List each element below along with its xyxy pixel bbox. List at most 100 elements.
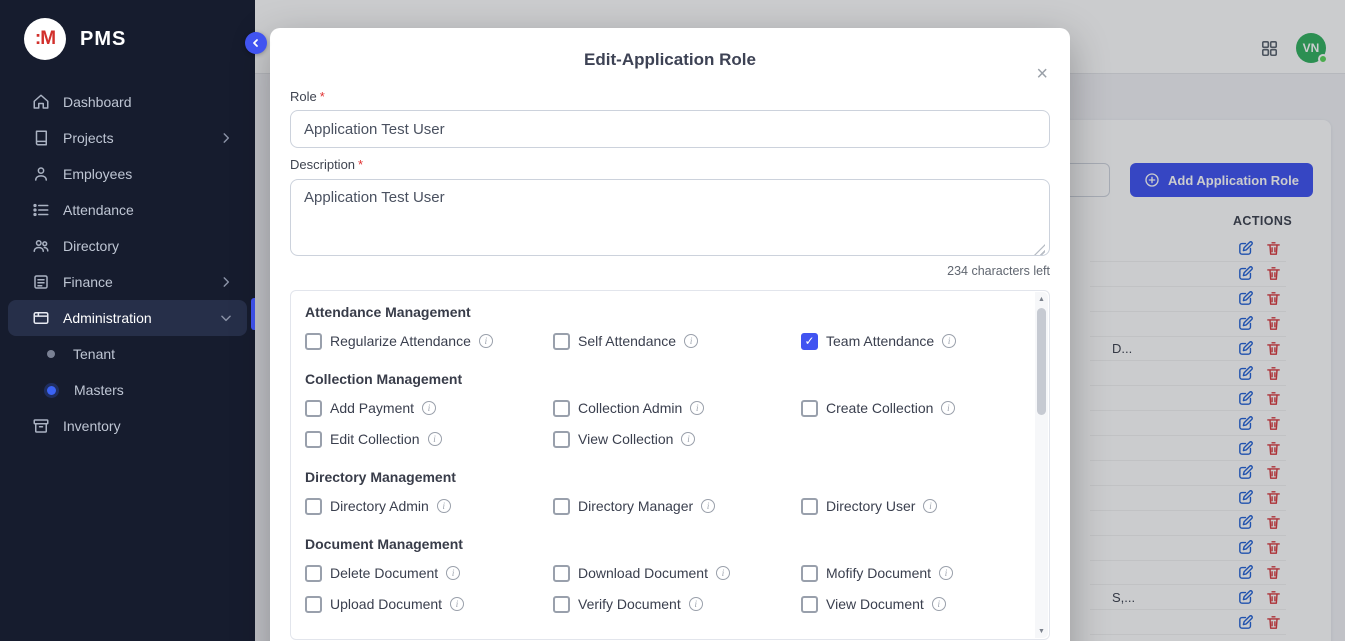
permission-create-collection[interactable]: Create Collectioni	[801, 399, 1019, 417]
sidebar-item-label: Directory	[63, 238, 233, 254]
checkbox[interactable]: ✓	[801, 333, 818, 350]
section-title: Attendance Management	[305, 303, 1019, 321]
description-textarea[interactable]: Application Test User	[290, 179, 1050, 256]
permission-label: Collection Admin	[578, 400, 682, 416]
permission-label: Regularize Attendance	[330, 333, 471, 349]
checkbox[interactable]	[305, 333, 322, 350]
info-icon: i	[932, 597, 946, 611]
sidebar-item-label: Inventory	[63, 418, 233, 434]
sidebar-item-tenant[interactable]: Tenant	[8, 336, 247, 372]
checkbox[interactable]	[553, 431, 570, 448]
checkbox[interactable]	[305, 400, 322, 417]
info-icon: i	[716, 566, 730, 580]
section-title: Collection Management	[305, 370, 1019, 388]
permission-upload-document[interactable]: Upload Documenti	[305, 595, 553, 613]
modal-title: Edit-Application Role	[290, 50, 1050, 70]
checkbox[interactable]	[801, 596, 818, 613]
info-icon: i	[942, 334, 956, 348]
checkbox[interactable]	[305, 498, 322, 515]
close-icon[interactable]: ×	[1036, 64, 1048, 84]
permission-label: Delete Document	[330, 565, 438, 581]
permission-section-attendance-management: Attendance Management Regularize Attendan…	[305, 303, 1019, 350]
permission-view-collection[interactable]: View Collectioni	[553, 430, 801, 448]
checkbox[interactable]	[801, 400, 818, 417]
admin-icon	[32, 309, 50, 327]
bullet-dot	[47, 350, 55, 358]
sidebar-item-label: Masters	[74, 382, 233, 398]
permission-add-payment[interactable]: Add Paymenti	[305, 399, 553, 417]
permissions-panel: Attendance Management Regularize Attendan…	[290, 290, 1050, 640]
checkbox[interactable]	[553, 498, 570, 515]
permission-self-attendance[interactable]: Self Attendancei	[553, 332, 801, 350]
logo-letter: :M	[35, 28, 55, 50]
permission-verify-document[interactable]: Verify Documenti	[553, 595, 801, 613]
permission-directory-admin[interactable]: Directory Admin i	[305, 497, 553, 515]
info-icon: i	[939, 566, 953, 580]
permission-label: Directory User	[826, 498, 915, 514]
sidebar-item-masters[interactable]: Masters	[8, 372, 247, 408]
info-icon: i	[437, 499, 451, 513]
sidebar-item-finance[interactable]: Finance	[8, 264, 247, 300]
permission-directory-manager[interactable]: Directory Manager i	[553, 497, 801, 515]
permission-team-attendance[interactable]: ✓Team Attendancei	[801, 332, 1019, 350]
info-icon: i	[941, 401, 955, 415]
bullet-dot	[47, 386, 56, 395]
info-icon: i	[422, 401, 436, 415]
checkbox[interactable]	[305, 431, 322, 448]
permission-label: Verify Document	[578, 596, 681, 612]
scroll-up-arrow-icon[interactable]: ▲	[1035, 292, 1048, 306]
sidebar-item-directory[interactable]: Directory	[8, 228, 247, 264]
permission-mofify-document[interactable]: Mofify Document i	[801, 564, 1019, 582]
section-title: Directory Management	[305, 468, 1019, 486]
list-icon	[32, 201, 50, 219]
checkbox[interactable]	[801, 565, 818, 582]
scrollbar-thumb[interactable]	[1037, 308, 1046, 415]
permission-section-collection-management: Collection ManagementAdd PaymentiCollect…	[305, 370, 1019, 448]
sidebar-item-administration[interactable]: Administration	[8, 300, 247, 336]
permissions-grid: Delete DocumentiDownload DocumentiMofify…	[305, 564, 1019, 613]
info-icon: i	[681, 432, 695, 446]
permission-label: Mofify Document	[826, 565, 931, 581]
permission-label: Directory Admin	[330, 498, 429, 514]
permission-edit-collection[interactable]: Edit Collectioni	[305, 430, 553, 448]
sidebar-item-employees[interactable]: Employees	[8, 156, 247, 192]
permission-collection-admin[interactable]: Collection Admini	[553, 399, 801, 417]
checkbox[interactable]	[553, 596, 570, 613]
permission-delete-document[interactable]: Delete Documenti	[305, 564, 553, 582]
permission-directory-user[interactable]: Directory Useri	[801, 497, 1019, 515]
role-input[interactable]	[290, 110, 1050, 148]
permission-label: Download Document	[578, 565, 708, 581]
chevron-right-icon	[219, 275, 233, 289]
checkbox[interactable]	[553, 333, 570, 350]
section-title: Document Management	[305, 535, 1019, 553]
sidebar-item-label: Employees	[63, 166, 233, 182]
checkbox[interactable]	[553, 565, 570, 582]
sidebar-item-inventory[interactable]: Inventory	[8, 408, 247, 444]
sidebar-item-dashboard[interactable]: Dashboard	[8, 84, 247, 120]
checkbox[interactable]	[305, 596, 322, 613]
permissions-grid: Regularize AttendanceiSelf Attendancei✓T…	[305, 332, 1019, 350]
finance-icon	[32, 273, 50, 291]
permission-view-document[interactable]: View Documenti	[801, 595, 1019, 613]
app-logo: :M	[24, 18, 66, 60]
person-icon	[32, 165, 50, 183]
sidebar-collapse-button[interactable]	[245, 32, 267, 54]
permission-label: Upload Document	[330, 596, 442, 612]
active-item-indicator	[251, 298, 255, 330]
checkbox[interactable]	[553, 400, 570, 417]
checkbox[interactable]	[801, 498, 818, 515]
permission-regularize-attendance[interactable]: Regularize Attendancei	[305, 332, 553, 350]
scroll-down-arrow-icon[interactable]: ▼	[1035, 624, 1048, 638]
sidebar-item-label: Administration	[63, 310, 206, 326]
people-icon	[32, 237, 50, 255]
permission-download-document[interactable]: Download Document i	[553, 564, 801, 582]
sidebar-item-attendance[interactable]: Attendance	[8, 192, 247, 228]
info-icon: i	[428, 432, 442, 446]
permission-label: Directory Manager	[578, 498, 693, 514]
inventory-icon	[32, 417, 50, 435]
sidebar-item-projects[interactable]: Projects	[8, 120, 247, 156]
scrollbar[interactable]: ▲ ▼	[1035, 292, 1048, 638]
info-icon: i	[701, 499, 715, 513]
checkbox[interactable]	[305, 565, 322, 582]
chevron-down-icon	[219, 311, 233, 325]
